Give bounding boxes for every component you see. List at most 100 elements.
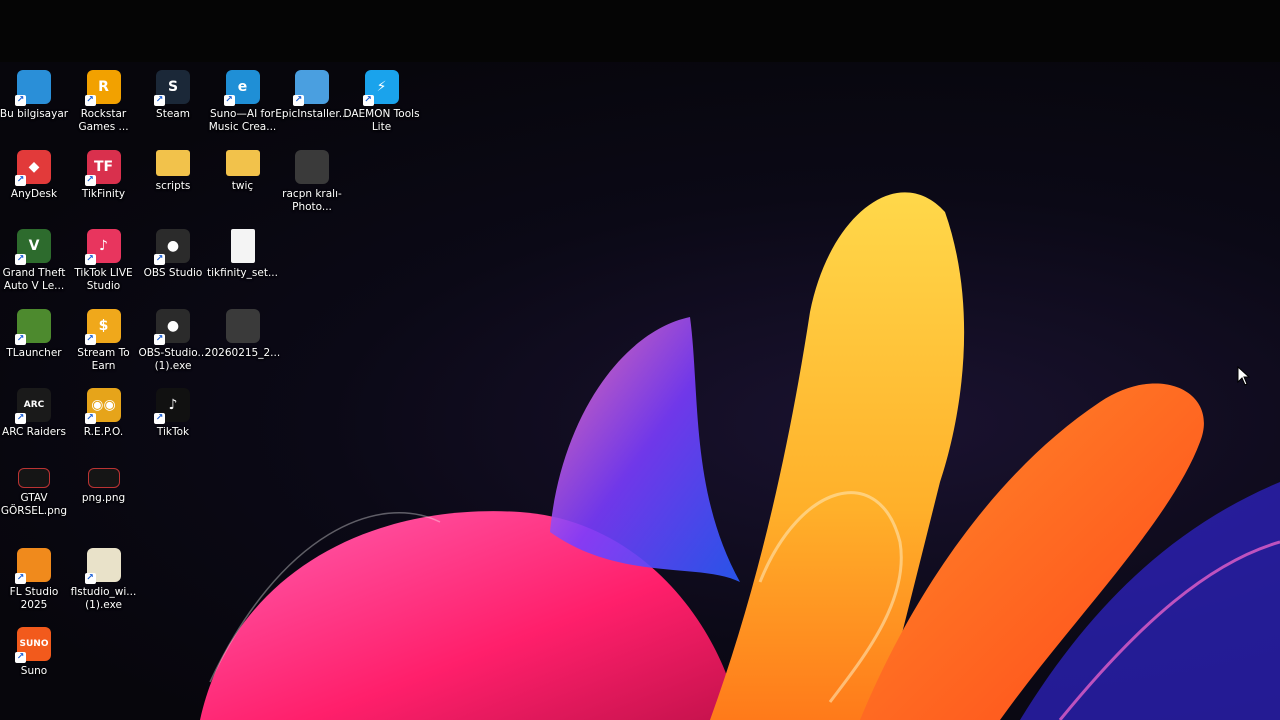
desktop-icon-label: Rockstar Games ...: [78, 108, 129, 133]
shortcut-arrow-icon: ↗: [15, 572, 26, 584]
png-file-icon: [87, 468, 120, 488]
desktop-icon-label: TikTok: [156, 426, 190, 439]
image-file-icon: [295, 149, 329, 184]
folder-icon: [156, 149, 190, 176]
shortcut-arrow-icon: ↗: [15, 413, 26, 425]
desktop-icon[interactable]: ♪ ↗ TikTok LIVE Studio: [69, 229, 139, 305]
desktop-icon-label: FL Studio 2025: [9, 585, 59, 611]
desktop-icon-label: R.E.P.O.: [83, 426, 124, 439]
desktop-icon-label: OBS-Studio... (1).exe: [138, 346, 208, 372]
desktop-icon-label: EpicInstaller...: [275, 108, 349, 120]
desktop-icon-label: TLauncher: [6, 346, 62, 359]
shortcut-arrow-icon: ↗: [362, 95, 374, 106]
desktop-icon[interactable]: e ↗ Suno—AI for Music Crea...: [208, 70, 278, 146]
desktop-icon[interactable]: ◉◉ ↗ R.E.P.O.: [69, 388, 139, 464]
rockstar-icon: R ↗: [84, 70, 121, 106]
desktop-icon-label: Steam: [156, 108, 190, 120]
stream-to-earn-icon: $ ↗: [84, 308, 121, 345]
desktop-icon[interactable]: ● ↗ OBS Studio: [138, 229, 208, 305]
desktop-icon[interactable]: V ↗ Grand Theft Auto V Le...: [0, 229, 69, 305]
desktop-icon[interactable]: ♪ ↗ TikTok: [138, 388, 208, 464]
shortcut-arrow-icon: ↗: [223, 95, 235, 106]
desktop-icon[interactable]: R ↗ Rockstar Games ...: [69, 70, 139, 146]
shortcut-arrow-icon: ↗: [154, 254, 165, 266]
shortcut-arrow-icon: ↗: [15, 333, 26, 345]
desktop-icon-label: TikFinity: [81, 187, 126, 200]
desktop-icon-label: ARC Raiders: [2, 426, 66, 439]
tiktok-live-icon: ♪ ↗: [84, 229, 121, 266]
installer-icon: ↗: [84, 547, 121, 584]
desktop-icon[interactable]: ⚡ ↗ DAEMON Tools Lite: [343, 70, 420, 146]
desktop-icon-label: Suno: [20, 665, 48, 678]
desktop-icon-label: 20260215_2...: [204, 346, 281, 359]
obs-installer-icon: ● ↗: [154, 308, 190, 345]
desktop-icon[interactable]: S ↗ Steam: [138, 70, 208, 146]
shortcut-arrow-icon: ↗: [154, 413, 165, 425]
desktop-icon[interactable]: SUNO ↗ Suno: [0, 627, 69, 703]
desktop-icon[interactable]: scripts: [138, 149, 208, 226]
desktop-icon[interactable]: ↗ EpicInstaller...: [275, 70, 349, 146]
shortcut-arrow-icon: ↗: [293, 95, 304, 106]
desktop-icon[interactable]: ↗ flstudio_wi... (1).exe: [69, 547, 139, 624]
shortcut-arrow-icon: ↗: [84, 572, 96, 584]
desktop-icon-label: png.png: [81, 492, 126, 504]
desktop-icon-label: tikfinity_set...: [207, 267, 278, 280]
suno-icon: SUNO ↗: [15, 627, 51, 664]
tlauncher-icon: ↗: [15, 308, 51, 345]
shortcut-arrow-icon: ↗: [84, 174, 96, 186]
desktop-icon[interactable]: ↗ Bu bilgisayar: [0, 70, 69, 146]
shortcut-arrow-icon: ↗: [154, 95, 165, 106]
desktop-icon-label: scripts: [155, 179, 191, 192]
repo-icon: ◉◉ ↗: [84, 388, 121, 425]
gta-icon: V ↗: [15, 229, 51, 266]
desktop-icon-label: flstudio_wi... (1).exe: [70, 585, 137, 611]
shortcut-arrow-icon: ↗: [84, 95, 96, 106]
desktop-icon-label: DAEMON Tools Lite: [343, 108, 420, 133]
desktop-icon-label: AnyDesk: [10, 187, 58, 200]
desktop-icon-label: TikTok LIVE Studio: [74, 267, 133, 293]
desktop-icon-label: GTAV GÖRSEL.png: [0, 492, 68, 517]
desktop-icon[interactable]: ARC ↗ ARC Raiders: [0, 388, 69, 464]
desktop-icon-label: racpn kralı-Photo...: [282, 187, 342, 213]
desktop-icon[interactable]: $ ↗ Stream To Earn: [69, 308, 139, 385]
anydesk-icon: ◆ ↗: [15, 149, 51, 186]
shortcut-arrow-icon: ↗: [15, 174, 26, 186]
desktop-icon[interactable]: GTAV GÖRSEL.png: [0, 468, 69, 544]
tiktok-icon: ♪ ↗: [154, 388, 190, 425]
desktop-icon[interactable]: png.png: [69, 468, 139, 544]
arc-raiders-icon: ARC ↗: [15, 388, 51, 425]
desktop-icon-label: Suno—AI for Music Crea...: [208, 108, 277, 133]
shortcut-arrow-icon: ↗: [15, 95, 26, 106]
desktop-icon[interactable]: ● ↗ OBS-Studio... (1).exe: [138, 308, 208, 385]
shortcut-arrow-icon: ↗: [84, 254, 96, 266]
desktop-icon-label: OBS Studio: [143, 267, 203, 280]
fl-studio-icon: ↗: [15, 547, 51, 584]
shortcut-arrow-icon: ↗: [15, 254, 26, 266]
folder-icon: [225, 149, 260, 176]
top-black-bar: [0, 0, 1280, 62]
daemon-tools-icon: ⚡ ↗: [362, 70, 399, 106]
shortcut-arrow-icon: ↗: [15, 652, 26, 664]
steam-icon: S ↗: [154, 70, 190, 106]
png-file-icon: [18, 468, 50, 488]
installer-icon: ↗: [293, 70, 329, 106]
mouse-cursor-icon: [1237, 366, 1251, 386]
desktop-icon[interactable]: twiç: [208, 149, 278, 226]
desktop-icon-label: twiç: [231, 179, 254, 192]
desktop-icon[interactable]: ◆ ↗ AnyDesk: [0, 149, 69, 226]
desktop-icon-label: Bu bilgisayar: [0, 108, 69, 120]
desktop-icon-label: Grand Theft Auto V Le...: [2, 267, 66, 293]
desktop-icon[interactable]: tikfinity_set...: [207, 229, 278, 305]
obs-icon: ● ↗: [154, 229, 190, 266]
desktop-icon[interactable]: ↗ FL Studio 2025: [0, 547, 69, 624]
shortcut-arrow-icon: ↗: [84, 333, 96, 345]
tikfinity-icon: TF ↗: [84, 149, 121, 186]
computer-icon: ↗: [15, 70, 51, 106]
desktop-icon[interactable]: 20260215_2...: [205, 308, 280, 385]
desktop-icon[interactable]: racpn kralı-Photo...: [277, 149, 347, 226]
desktop-icon[interactable]: ↗ TLauncher: [0, 308, 69, 385]
desktop-icon-label: Stream To Earn: [77, 346, 130, 372]
video-file-icon: [225, 308, 260, 343]
desktop-icon[interactable]: TF ↗ TikFinity: [69, 149, 139, 226]
shortcut-arrow-icon: ↗: [154, 333, 165, 345]
